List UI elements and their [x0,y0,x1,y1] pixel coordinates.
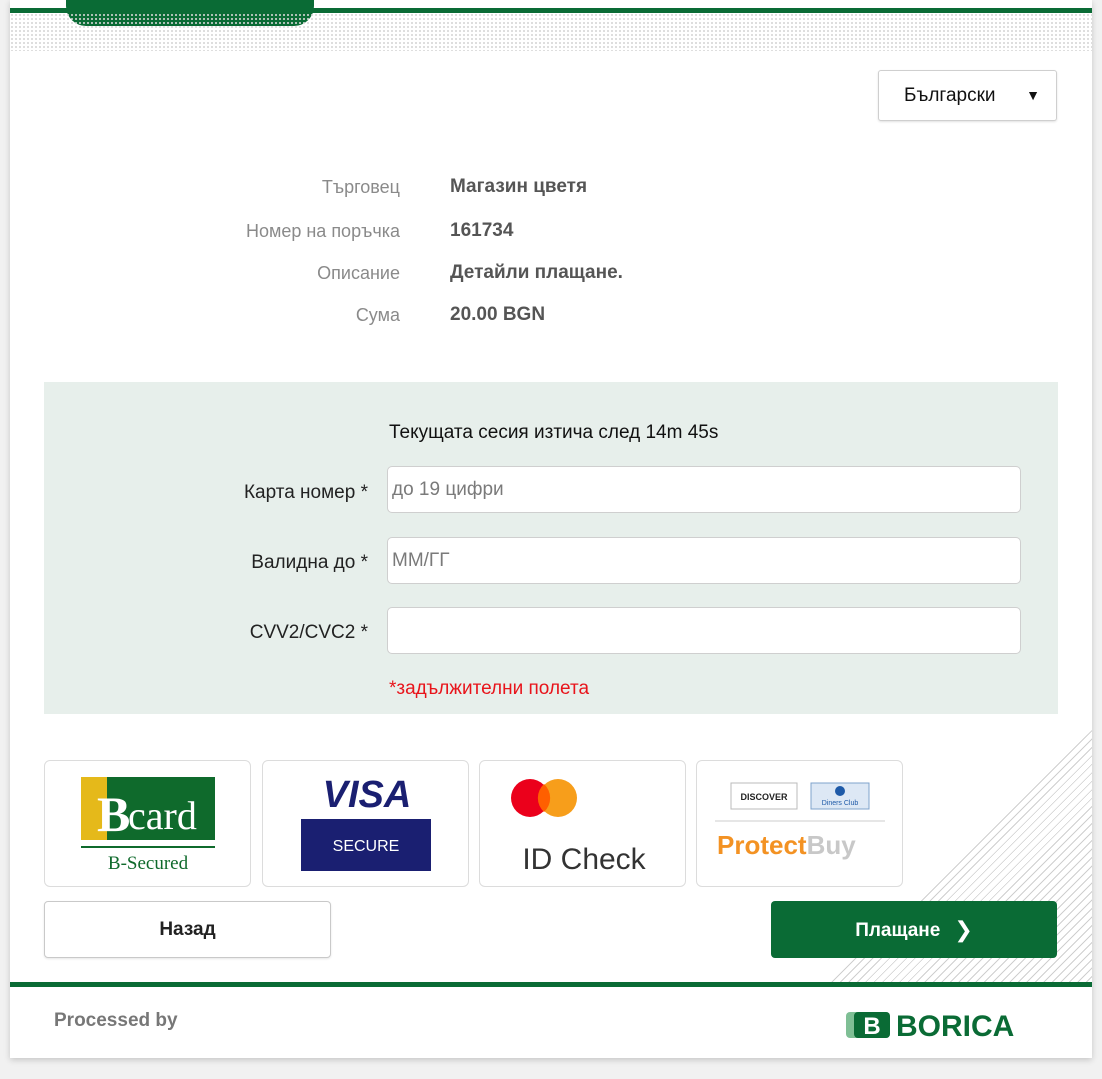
borica-emblem-icon: B [846,1012,890,1040]
description-value: Детайли плащане. [450,262,623,283]
bcard-subtitle: B-Secured [108,853,189,874]
protectbuy-logo: DISCOVER Diners Club ProtectBuy [715,782,885,860]
id-check-text: ID Check [522,843,646,876]
svg-text:card: card [128,793,197,838]
processed-by-text: Processed by [54,1010,178,1031]
order-number-label: Номер на поръчка [245,221,400,241]
borica-text: BORICA [896,1010,1014,1043]
footer-divider [10,982,1092,987]
merchant-label: Търговец [321,177,400,197]
pay-button-label: Плащане [855,919,941,941]
svg-text:B: B [863,1013,880,1040]
discover-text: DISCOVER [740,792,788,802]
mastercard-id-check-logo: ID Check [511,779,647,876]
card-form-panel: Текущата сесия изтича след 14m 45s Карта… [44,382,1058,714]
required-fields-note: *задължителни полета [389,678,590,699]
cvv-input[interactable] [387,607,1021,654]
back-button[interactable]: Назад [44,901,331,958]
mastercard-id-check-logo-card: ID Check [479,760,686,887]
bcard-logo-card: B card B-Secured [44,760,251,887]
borica-logo: B BORICA [846,1010,1014,1043]
info-row-order-number: Номер на поръчка 161734 [10,217,1092,245]
language-select-value: Български [904,85,996,106]
info-row-description: Описание Детайли плащане. [10,259,1092,287]
amount-label: Сума [355,305,400,325]
chevron-right-icon: ❯ [954,916,973,942]
visa-secure-logo-card: VISA SECURE [262,760,469,887]
buy-text: Buy [807,830,857,860]
card-number-label: Карта номер * [243,482,368,503]
info-row-merchant: Търговец Магазин цветя [10,173,1092,201]
visa-subtitle: SECURE [333,838,400,855]
info-row-amount: Сума 20.00 BGN [10,301,1092,329]
diners-text: Diners Club [822,800,859,807]
expiry-input[interactable] [387,537,1021,584]
pay-button[interactable]: Плащане ❯ [771,901,1057,958]
payment-page: Български ▼ Търговец Магазин цветя Номер… [10,0,1092,1058]
protect-text: Protect [717,830,807,860]
protectbuy-logo-card: DISCOVER Diners Club ProtectBuy [696,760,903,887]
header-pattern [10,13,1092,51]
caret-down-icon: ▼ [1026,87,1040,103]
session-timer: Текущата сесия изтича след 14m 45s [389,422,719,443]
order-number-value: 161734 [450,220,514,241]
svg-text:B: B [97,786,130,842]
card-number-input[interactable] [387,466,1021,513]
language-select[interactable]: Български ▼ [878,70,1057,121]
visa-brand: VISA [323,774,412,816]
svg-text:ProtectBuy: ProtectBuy [717,830,856,860]
amount-value: 20.00 BGN [450,304,546,325]
visa-secure-logo: VISA SECURE [301,774,431,871]
cvv-label: CVV2/CVC2 * [249,622,368,643]
merchant-value: Магазин цветя [450,176,588,197]
expiry-label: Валидна до * [251,552,368,573]
bcard-logo: B card B-Secured [81,777,215,874]
description-label: Описание [317,263,400,283]
